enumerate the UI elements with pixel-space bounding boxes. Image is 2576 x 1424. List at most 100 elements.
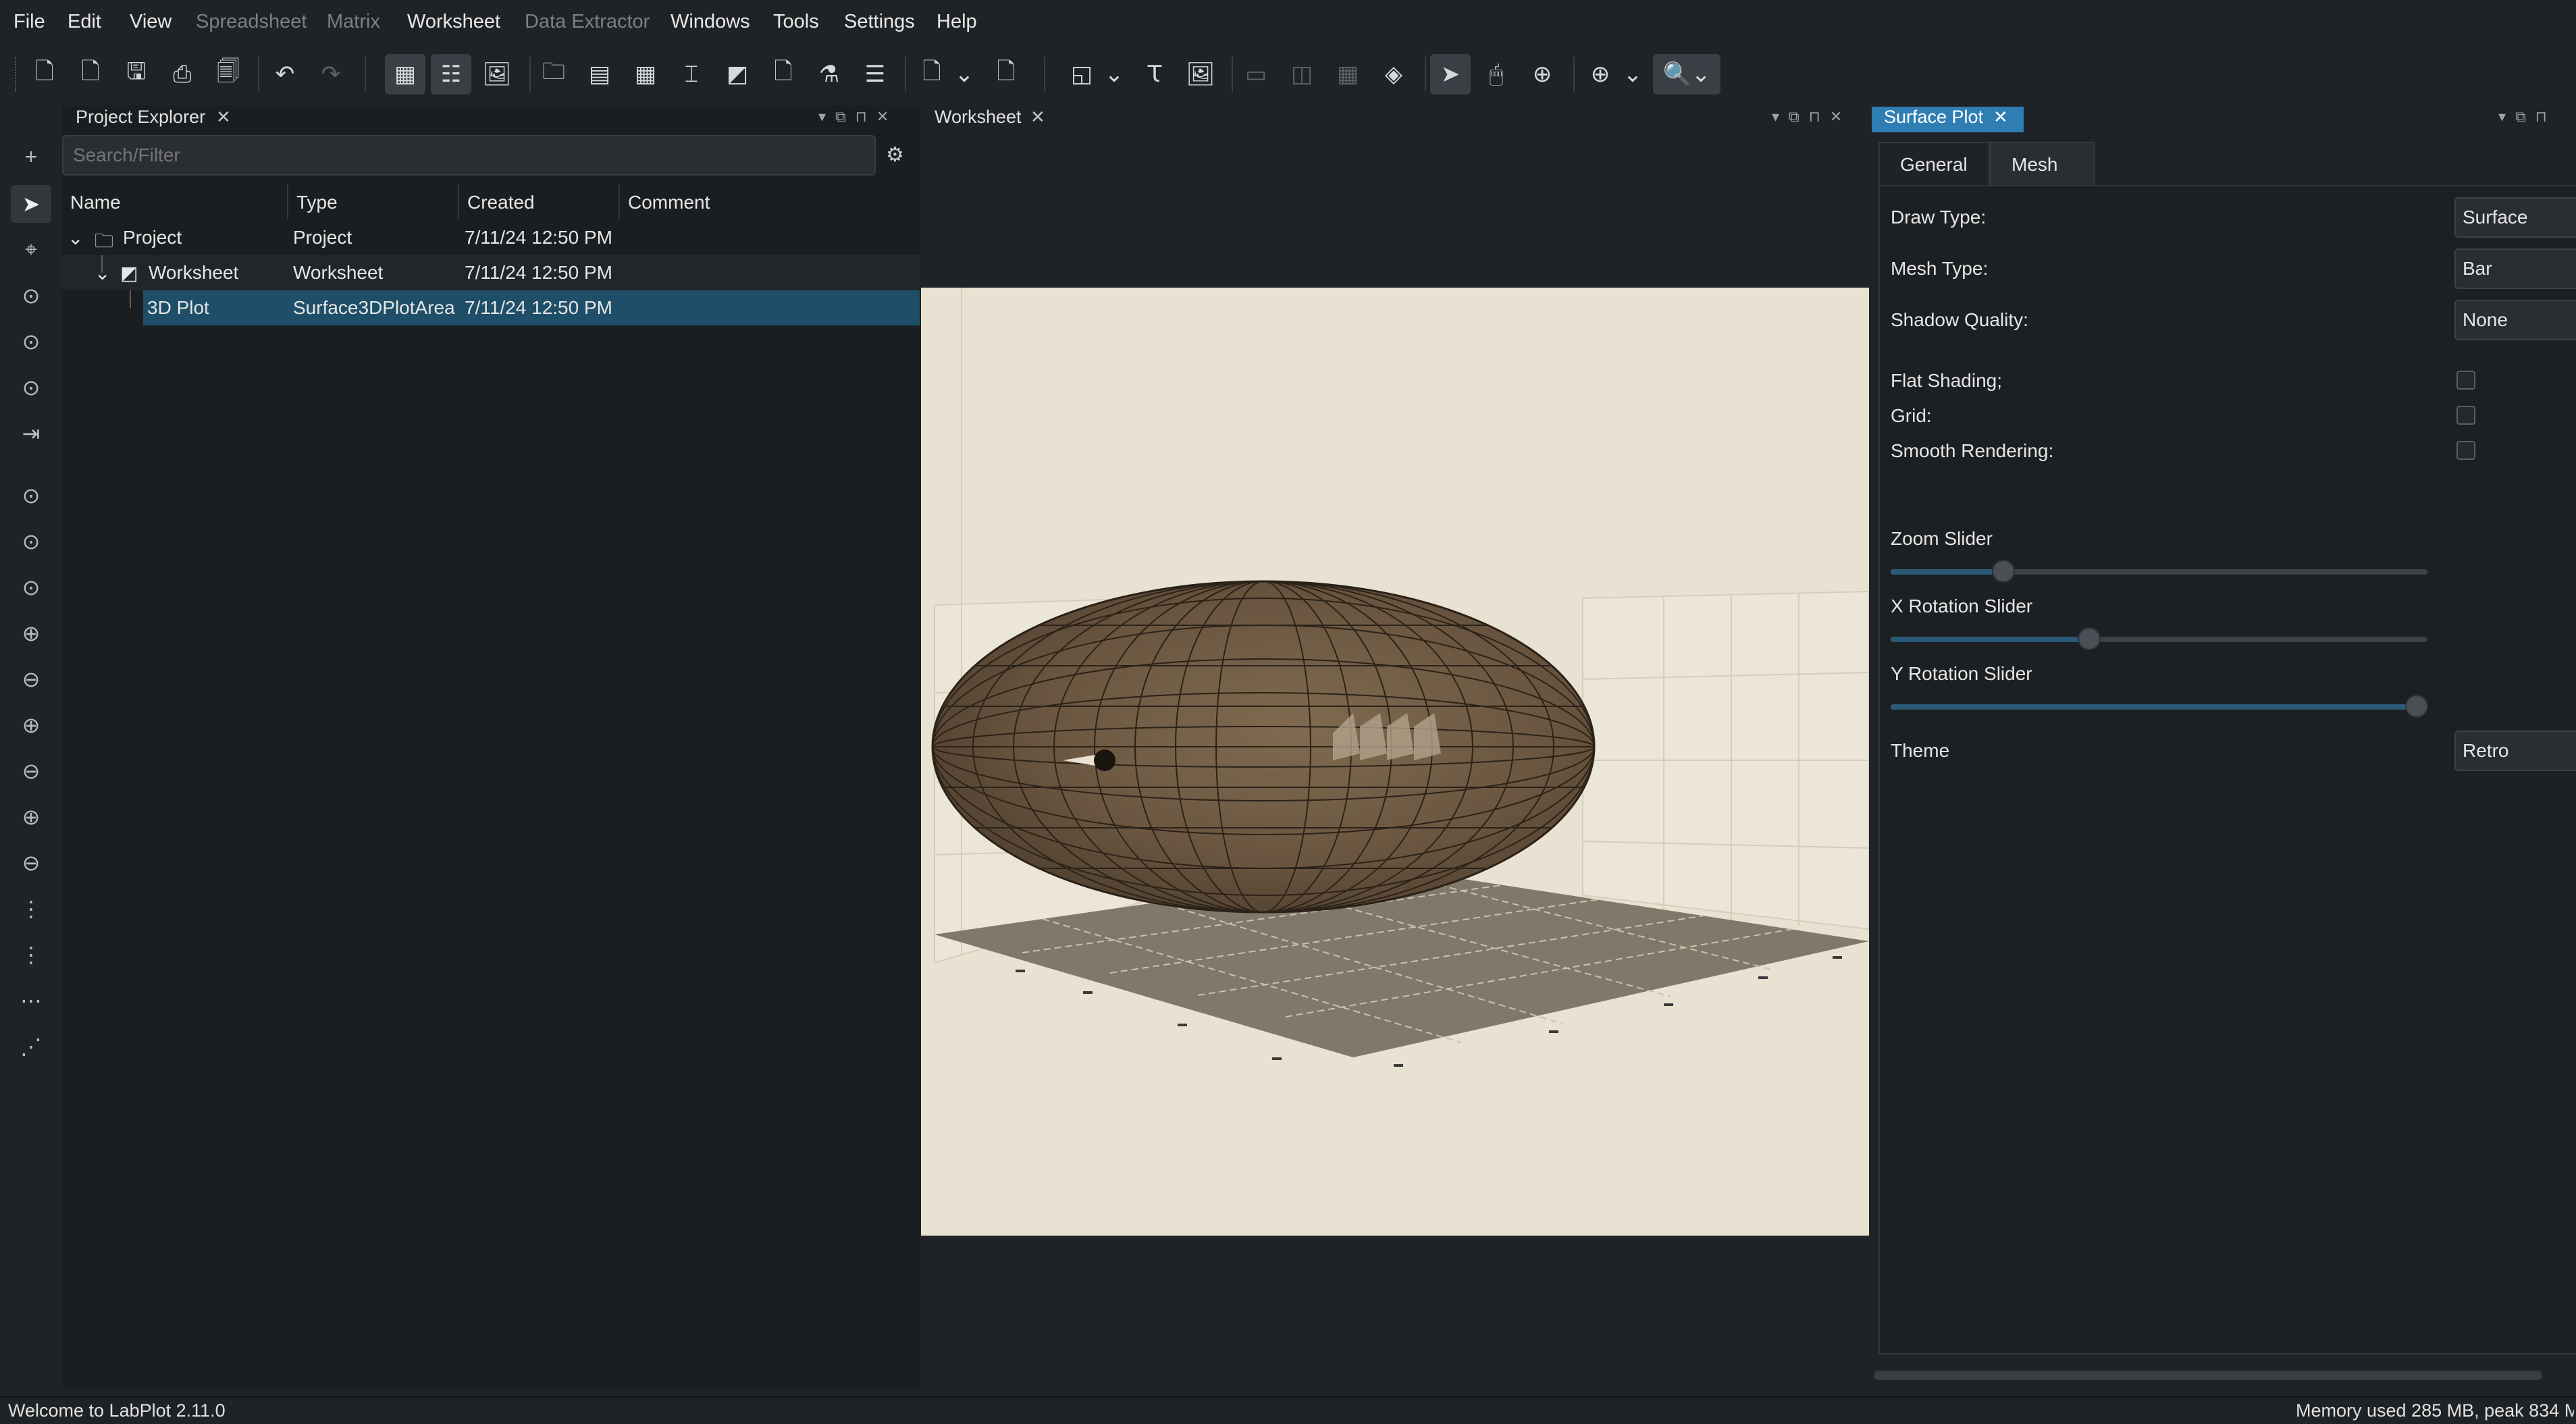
import-icon[interactable]: 🗋 [912,54,952,95]
menu-matrix[interactable]: Matrix [327,11,380,33]
tree-row-worksheet[interactable]: ⌄ ◩ Worksheet Worksheet 7/11/24 12:50 PM [62,255,920,290]
new-datapicker-icon[interactable]: ⚗ [809,54,849,95]
worksheet-tab-title[interactable]: Worksheet [935,107,1022,132]
scale-auto-y-icon[interactable]: ⊙ [11,569,51,606]
zoom-in-y-icon[interactable]: ⊕ [11,798,51,836]
shift-right-icon[interactable]: ⋮ [11,936,51,974]
zoom-select-icon[interactable]: ⊕ [1522,54,1562,95]
menu-view[interactable]: View [130,11,172,33]
surface-3d-plot[interactable] [921,288,1869,1236]
tab-general[interactable]: General [1878,142,1990,185]
scale-auto-icon[interactable]: ⊙ [11,477,51,515]
tree-row-3d-plot[interactable]: 3D Plot Surface3DPlotArea 7/11/24 12:50 … [143,290,920,325]
properties-explorer-toggle-icon[interactable]: ☷ [431,54,471,95]
theme-select[interactable]: Retro [2454,731,2576,771]
zoom-in-x-icon[interactable]: ⊕ [11,706,51,744]
chevron-down-icon[interactable]: ⌄ [951,54,978,95]
shift-down-icon[interactable]: ⋰ [11,1028,51,1065]
zoom-slider[interactable] [1891,560,2427,583]
add-text-label-icon[interactable]: Ꚍ [1134,54,1175,95]
column-header-created[interactable]: Created [459,184,620,219]
menu-spreadsheet[interactable]: Spreadsheet [196,11,307,33]
slider-handle[interactable] [1991,560,2015,583]
select-cursor-icon[interactable]: ➤ [11,185,51,223]
flat-shading-checkbox[interactable] [2456,371,2475,390]
export-icon[interactable]: 🗋 [986,54,1026,95]
new-spreadsheet-icon[interactable]: ▦ [625,54,666,95]
zoom-out-x-icon[interactable]: ⊖ [11,752,51,790]
navigation-mode-icon[interactable]: 🖱 [1476,54,1517,95]
project-explorer-toggle-icon[interactable]: ▦ [385,54,425,95]
chevron-down-icon[interactable]: ⌄ [68,227,83,249]
x-rotation-slider[interactable] [1891,627,2427,650]
new-notebook-icon[interactable]: ☰ [855,54,895,95]
image-icon[interactable]: 🖼 [477,54,517,95]
crosshair-plus-icon[interactable]: + [11,138,51,176]
print-icon[interactable]: ⎙ [162,54,203,95]
crosshair-icon[interactable]: ⌖ [11,231,51,269]
zoom-y-selection-icon[interactable]: ⊙ [11,369,51,406]
new-project-icon[interactable]: 🗋 [24,54,65,95]
menu-settings[interactable]: Settings [844,11,915,33]
menu-worksheet[interactable]: Worksheet [407,11,500,33]
add-plot-area-icon[interactable]: ◱ [1061,54,1102,95]
save-icon[interactable]: 🖫 [116,54,157,95]
close-icon[interactable]: ✕ [1993,107,2008,128]
surface-3d-plot-canvas[interactable] [921,288,1869,1236]
print-preview-icon[interactable]: 🗐 [208,54,248,95]
horizontal-layout-icon[interactable]: ◫ [1282,54,1322,95]
draw-type-select[interactable]: Surface [2454,197,2576,238]
menu-edit[interactable]: Edit [68,11,101,33]
select-mode-icon[interactable]: ➤ [1430,54,1471,95]
y-rotation-slider[interactable] [1891,695,2429,718]
cursor-mode-icon[interactable]: ⇥ [11,415,51,452]
shift-left-icon[interactable]: ⋮ [11,890,51,928]
slider-handle[interactable] [2405,695,2429,718]
slider-handle[interactable] [2078,627,2101,650]
menu-windows[interactable]: Windows [671,11,750,33]
tab-mesh[interactable]: Mesh [1990,142,2095,185]
new-folder-icon[interactable]: 🗀 [533,54,574,95]
new-note-icon[interactable]: 🗋 [763,54,804,95]
menu-file[interactable]: File [14,11,45,33]
zoom-out-icon[interactable]: ⊖ [11,660,51,698]
shadow-quality-select[interactable]: None [2454,300,2576,340]
close-icon[interactable]: ✕ [1030,107,1045,128]
close-icon[interactable]: ✕ [216,107,231,128]
filter-settings-icon[interactable]: ⚙ [886,143,904,167]
column-header-comment[interactable]: Comment [620,184,920,219]
open-project-icon[interactable]: 🗋 [70,54,111,95]
toolbar-grip[interactable] [15,57,20,92]
redo-icon[interactable]: ↷ [311,54,351,95]
tree-row-project[interactable]: ⌄ 🗀 Project Project 7/11/24 12:50 PM [62,220,920,255]
vertical-layout-icon[interactable]: ▭ [1236,54,1276,95]
add-image-icon[interactable]: 🖼 [1180,54,1221,95]
new-worksheet-icon[interactable]: ◩ [717,54,758,95]
zoom-out-y-icon[interactable]: ⊖ [11,844,51,882]
shift-up-icon[interactable]: ⋯ [11,982,51,1020]
dock-controls[interactable]: ▾⧉⊓ [2498,108,2556,126]
horizontal-scrollbar[interactable] [1874,1371,2542,1380]
magnifier-dropdown-icon[interactable]: 🔍⌄ [1653,54,1720,95]
dock-controls[interactable]: ▾⧉⊓✕ [1772,108,1851,126]
column-header-type[interactable]: Type [288,184,459,219]
chevron-down-icon[interactable]: ⌄ [1619,54,1646,95]
new-matrix-icon[interactable]: ⌶ [671,54,712,95]
smooth-rendering-checkbox[interactable] [2456,441,2475,460]
menu-data-extractor[interactable]: Data Extractor [525,11,650,33]
menu-tools[interactable]: Tools [773,11,819,33]
zoom-in-icon[interactable]: ⊕ [1580,54,1621,95]
grid-checkbox[interactable] [2456,406,2475,425]
chevron-down-icon[interactable]: ⌄ [1101,54,1128,95]
zoom-x-selection-icon[interactable]: ⊙ [11,323,51,361]
undo-icon[interactable]: ↶ [265,54,305,95]
zoom-selection-icon[interactable]: ⊙ [11,277,51,315]
menu-help[interactable]: Help [937,11,977,33]
mesh-type-select[interactable]: Bar [2454,248,2576,289]
dock-controls[interactable]: ▾⧉⊓✕ [818,108,898,126]
column-header-name[interactable]: Name [62,184,288,219]
search-input[interactable] [62,135,876,176]
grid-layout-icon[interactable]: ▦ [1328,54,1368,95]
zoom-in-icon[interactable]: ⊕ [11,614,51,652]
scale-auto-x-icon[interactable]: ⊙ [11,523,51,560]
